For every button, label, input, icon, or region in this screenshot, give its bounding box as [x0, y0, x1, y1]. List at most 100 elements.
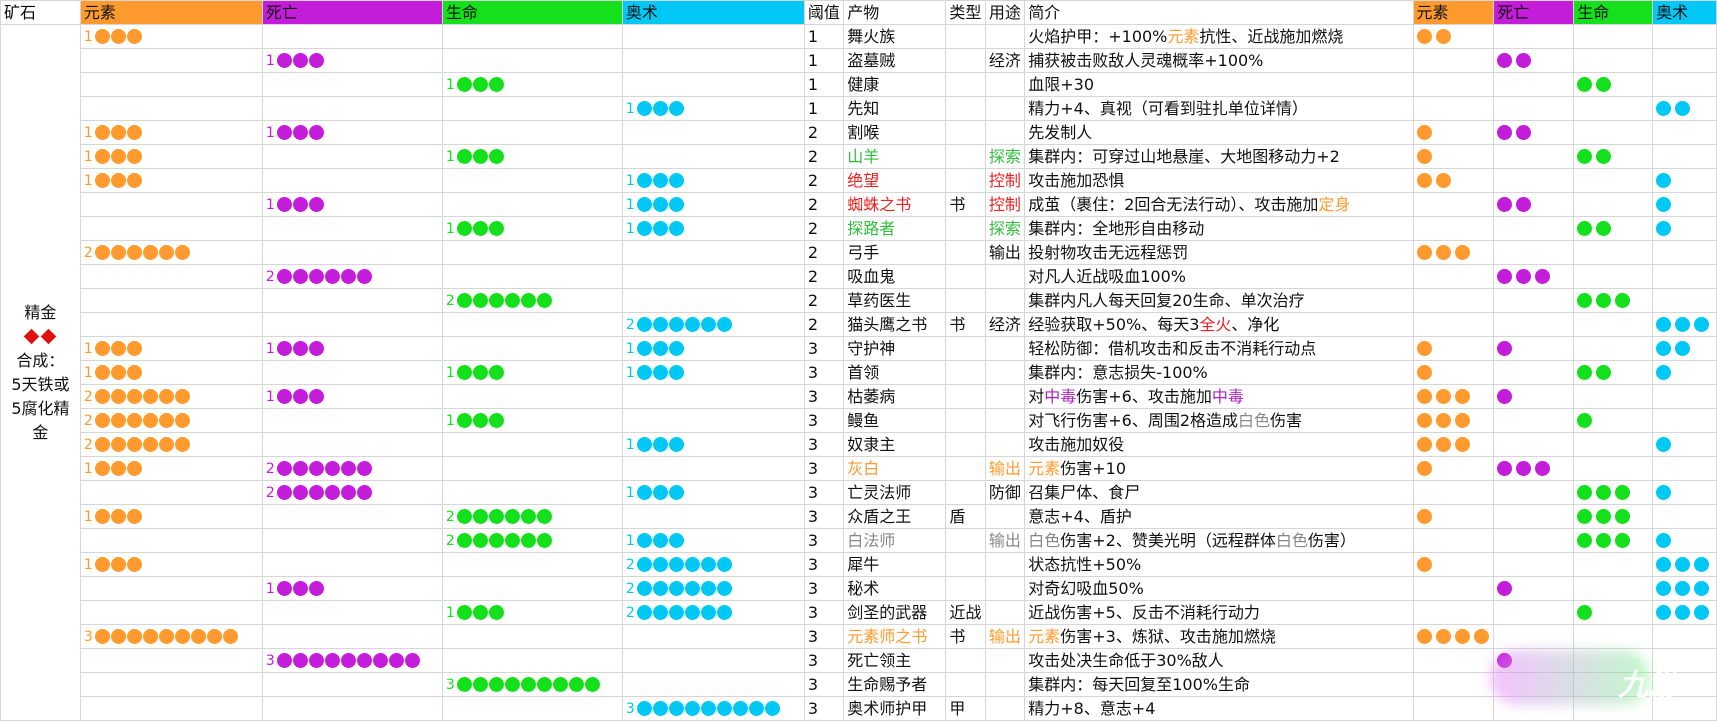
requirement-dots [1497, 389, 1570, 404]
description-segment: 集群内：可穿过山地悬崖、大地图移动力+2 [1028, 146, 1340, 166]
ingredient-cell: 1 [261, 576, 443, 601]
requirement-cell [1573, 504, 1654, 529]
header-product: 产物 [843, 0, 947, 25]
dot-icon [1497, 653, 1513, 668]
dot-icon [1497, 341, 1513, 356]
table-row: 1 1 健康 血限+30 [1, 72, 1717, 97]
requirement-cell [1652, 672, 1717, 697]
dot-icon [1596, 221, 1612, 236]
dot-icon [110, 557, 126, 572]
ingredient-cell [621, 144, 805, 169]
type-cell: 书 [945, 192, 986, 217]
ingredient-cell [261, 696, 443, 721]
requirement-dots [1416, 29, 1491, 44]
dot-icon [1416, 461, 1432, 476]
dot-icon [652, 485, 668, 500]
ingredient-cell: 1 [79, 456, 263, 481]
requirement-cell [1652, 432, 1717, 457]
product-cell: 先知 [843, 96, 947, 121]
dot-icon [292, 341, 308, 356]
requirement-dots [1416, 365, 1491, 380]
requirement-dots [1656, 605, 1713, 620]
requirement-cell [1652, 264, 1717, 289]
dot-icon [1675, 101, 1691, 116]
product-cell: 草药医生 [843, 288, 947, 313]
dot-icon [1454, 629, 1470, 644]
dot-icon [308, 581, 324, 596]
description-segment: 攻击施加恐惧 [1028, 170, 1125, 190]
ingredient-cell: 1 [621, 192, 805, 217]
description-cell: 集群内：全地形自由移动 [1024, 216, 1414, 241]
ingredient-cell: 2 [621, 312, 805, 337]
ingredient-dots: 3 [446, 674, 619, 696]
type-cell [945, 72, 986, 97]
requirement-dots [1416, 341, 1491, 356]
requirement-cell [1652, 288, 1717, 313]
table-row: 2 1 3 白法师 输出 白色伤害+2、赞美光明（远程群体白色伤害） [1, 528, 1717, 553]
use-cell [984, 384, 1026, 409]
table-row: 3 3 死亡领主 攻击处决生命低于30%敌人 [1, 648, 1717, 673]
description-segment: 对 [1028, 386, 1045, 406]
ingredient-cell [441, 648, 623, 673]
description-cell: 元素伤害+3、炼狱、攻击施加燃烧 [1024, 624, 1414, 649]
ingredient-cell [261, 216, 443, 241]
use-cell [984, 432, 1026, 457]
threshold-cell: 1 [803, 72, 845, 97]
ingredient-cell [621, 120, 805, 145]
dot-icon [1497, 581, 1513, 596]
ingredient-dots: 2 [626, 314, 801, 336]
table-row: 1 1 盗墓贼 经济 捕获被击败敌人灵魂概率+100% [1, 48, 1717, 73]
ingredient-level: 1 [625, 220, 635, 237]
dot-icon [292, 269, 308, 284]
dot-icon [488, 605, 504, 620]
ingredient-level: 2 [625, 580, 635, 597]
requirement-dots [1416, 557, 1491, 572]
dot-icon [668, 701, 684, 716]
ingredient-level: 1 [265, 388, 275, 405]
description-cell: 轻松防御：借机攻击和反击不消耗行动点 [1024, 336, 1414, 361]
table-row: 3 3 元素师之书书输出 元素伤害+3、炼狱、攻击施加燃烧 [1, 624, 1717, 649]
dot-icon [94, 389, 110, 404]
requirement-cell [1493, 144, 1575, 169]
dot-icon [504, 677, 520, 692]
dot-icon [1675, 605, 1691, 620]
dot-icon [472, 221, 488, 236]
dot-icon [520, 533, 536, 548]
dot-icon [456, 677, 472, 692]
dot-icon [158, 413, 174, 428]
type-cell [945, 528, 986, 553]
requirement-cell [1412, 240, 1495, 265]
requirement-cell [1412, 552, 1495, 577]
ingredient-cell: 1 [441, 360, 623, 385]
requirement-cell [1573, 552, 1654, 577]
dot-icon [94, 341, 110, 356]
dot-icon [636, 173, 652, 188]
description-segment: 元素 [1028, 626, 1061, 646]
requirement-dots [1416, 629, 1491, 644]
dot-icon [110, 509, 126, 524]
dot-icon [716, 317, 732, 332]
ingredient-level: 2 [625, 604, 635, 621]
dot-icon [1596, 293, 1612, 308]
product-cell: 舞火族 [843, 24, 947, 49]
dot-icon [142, 437, 158, 452]
dot-icon [1694, 605, 1710, 620]
description-segment: 轻松防御：借机攻击和反击不消耗行动点 [1028, 338, 1317, 358]
dot-icon [652, 557, 668, 572]
dot-icon [652, 365, 668, 380]
ingredient-dots: 2 [266, 266, 439, 288]
requirement-cell [1652, 216, 1717, 241]
header-element: 元素 [79, 0, 263, 25]
ore-name: 精金 [24, 302, 57, 322]
requirement-cell [1652, 312, 1717, 337]
requirement-dots [1577, 77, 1649, 92]
threshold-cell: 2 [803, 288, 845, 313]
ingredient-cell [261, 144, 443, 169]
description-segment: 召集尸体、食尸 [1028, 482, 1141, 502]
requirement-cell [1573, 696, 1654, 721]
use-cell: 经济 [984, 48, 1026, 73]
ingredient-cell [261, 312, 443, 337]
ingredient-dots: 1 [84, 122, 259, 144]
threshold-cell: 3 [803, 552, 845, 577]
requirement-cell [1652, 480, 1717, 505]
